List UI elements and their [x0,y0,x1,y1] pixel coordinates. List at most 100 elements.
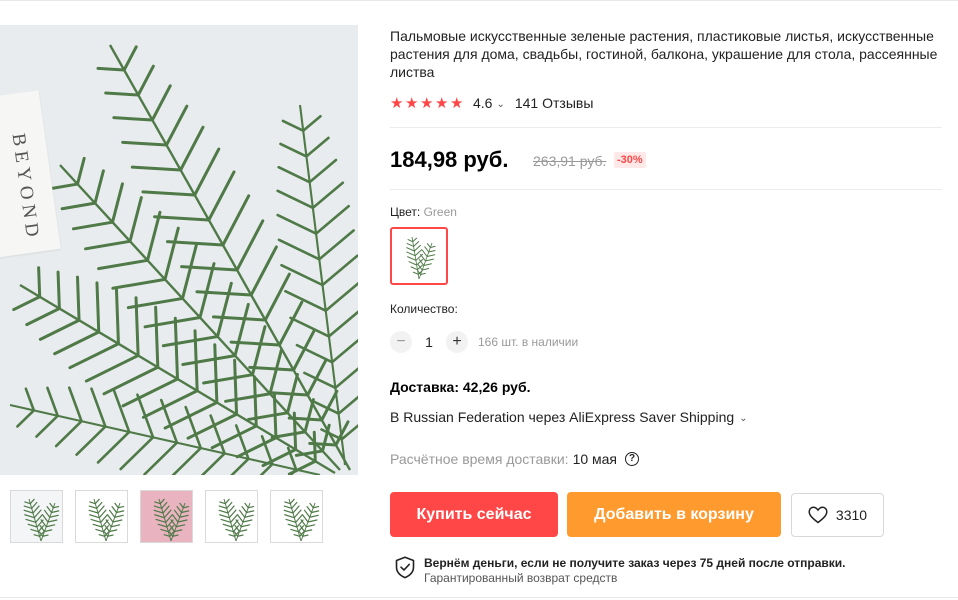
frond-leaflet [90,518,102,523]
shipping-method-selector[interactable]: В Russian Federation через AliExpress Sa… [390,409,748,425]
frond-leaflet [245,510,255,514]
frond-leaflet [317,229,355,261]
frond-leaflet [114,502,119,509]
star-icon: ★ [390,94,404,112]
frond-leaflet [248,365,296,372]
frond-leaflet [179,125,205,172]
frond-leaflet [24,387,36,412]
frond-leaflet [114,514,124,518]
thumbnail-3[interactable] [140,490,193,543]
guarantee-text: Вернём деньги, если не получите заказ че… [424,556,846,586]
frond-leaflet [122,45,138,72]
frond-leaflet [114,288,120,346]
frond-leaflet [413,244,421,252]
frond-leaflet [179,502,184,509]
chevron-down-icon[interactable]: ⌄ [496,99,504,110]
frond-leaflet [309,514,319,518]
frond-leaflet [112,116,154,122]
frond-leaflet [41,514,49,523]
frond-leaflet [412,271,419,275]
frond-leaflet [312,430,317,463]
frond-leaflet [314,204,351,235]
frond-leaflet [111,182,124,224]
rating-row[interactable]: ★ ★ ★ ★ ★ 4.6 ⌄ 141 Отзывы [390,94,593,112]
buyer-guarantee: Вернём деньги, если не получите заказ че… [395,556,846,586]
buy-now-button[interactable]: Купить сейчас [390,492,558,537]
frond-leaflet [324,281,358,313]
frond-leaflet [238,509,246,518]
thumbnail-1[interactable] [10,490,63,543]
frond-leaflet [108,509,116,518]
frond-leaflet [112,519,123,523]
frond-leaflet [95,281,101,334]
heart-icon [808,506,828,524]
reviews-link[interactable]: 141 Отзывы [515,95,594,111]
thumbnail-4[interactable] [205,490,258,543]
thumbnail-5[interactable] [270,490,323,543]
frond-leaflet [155,518,167,523]
frond-leaflet [303,529,313,533]
frond-leaflet [25,307,61,327]
frond-leaflet [238,529,248,533]
chevron-down-icon: ⌄ [739,412,748,424]
frond-leaflet [202,373,254,385]
frond-leaflet [406,243,415,247]
frond-leaflet [23,509,34,514]
star-icon: ★ [450,94,464,112]
frond-leaflet [16,409,36,428]
quantity-increase-button[interactable]: + [446,331,468,353]
color-swatch-green[interactable] [390,227,448,285]
frond-leaflet [35,414,59,438]
frond-leaflet [244,502,249,509]
thumbnail-2[interactable] [75,490,128,543]
shipping-method-text: В Russian Federation через AliExpress Sa… [390,409,735,425]
frond-leaflet [50,510,60,514]
frond-leaflet [242,519,253,523]
frond-leaflet [47,519,58,523]
frond-leaflet [279,142,308,158]
frond-leaflet [233,302,250,358]
frond-leaflet [115,510,125,514]
frond-leaflet [225,528,234,533]
frond-leaflet [283,505,293,509]
frond-leaflet [306,505,313,514]
delivery-cost: Доставка: 42,26 руб. [390,379,531,395]
frond-leaflet [307,519,318,523]
frond-leaflet [213,343,219,404]
frond-leaflet [413,241,420,247]
frond-leaflet [305,136,330,158]
help-icon[interactable]: ? [625,452,640,466]
frond-leaflet [193,147,221,197]
frond-leaflet [88,509,99,514]
frond-leaflet [290,528,299,533]
frond-leaflet [235,219,265,272]
wishlist-button[interactable]: 3310 [791,493,884,537]
frond-leaflet [289,498,295,505]
frond-leaflet [71,220,114,231]
frond-leaflet [337,395,358,415]
frond-leaflet [136,393,155,439]
delivery-eta: Расчётное время доставки: 10 мая ? [390,451,640,467]
quantity-input[interactable]: 1 [412,334,446,350]
divider [390,127,942,128]
thumbnail-plant-image [153,498,190,542]
frond-leaflet [420,254,426,262]
frond-leaflet [153,505,163,509]
frond-leaflet [93,169,105,205]
frond-leaflet [92,523,103,528]
frond-leaflet [153,509,164,514]
frond-leaflet [96,66,126,72]
wishlist-count: 3310 [835,507,868,523]
rating-value: 4.6 [473,95,493,111]
frond-leaflet [46,386,59,418]
main-product-image[interactable]: BEYOND [0,25,358,475]
quantity-stepper: − 1 + 166 шт. в наличии [390,331,578,353]
frond-leaflet [84,354,140,383]
quantity-decrease-button[interactable]: − [390,331,412,353]
add-to-cart-button[interactable]: Добавить в корзину [567,492,781,537]
frond-leaflet [43,529,53,533]
frond-leaflet [153,215,211,222]
frond-leaflet [421,268,430,271]
frond-leaflet [56,270,61,310]
frond-leaflet [303,509,311,518]
